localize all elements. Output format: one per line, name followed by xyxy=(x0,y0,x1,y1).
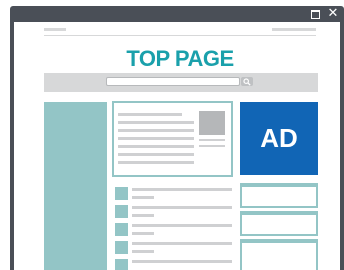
card-text-line xyxy=(118,113,182,116)
title-bar: ✕ xyxy=(10,6,344,22)
list-item-line xyxy=(132,214,154,217)
page-title: TOP PAGE xyxy=(126,46,234,71)
header-right-placeholder xyxy=(272,28,316,31)
card-text-line xyxy=(118,161,194,164)
card-text-line xyxy=(118,121,194,124)
list-item-line xyxy=(132,250,154,253)
search-input[interactable] xyxy=(106,77,240,86)
featured-article-card[interactable] xyxy=(112,101,233,177)
maximize-button[interactable] xyxy=(308,7,322,21)
page-viewport: TOP PAGE AD xyxy=(14,22,340,270)
list-item-icon xyxy=(115,187,128,200)
list-item-line xyxy=(132,188,232,191)
card-text-line xyxy=(118,145,194,148)
side-widget[interactable] xyxy=(240,183,318,208)
browser-window: ✕ TOP PAGE AD xyxy=(10,6,344,270)
card-text-line xyxy=(118,153,194,156)
card-thumbnail xyxy=(199,111,225,135)
list-item-line xyxy=(132,260,232,263)
list-item-icon xyxy=(115,241,128,254)
close-icon: ✕ xyxy=(327,6,339,21)
close-button[interactable]: ✕ xyxy=(326,7,340,21)
list-item-icon xyxy=(115,259,128,270)
search-icon xyxy=(243,77,251,86)
card-text-line xyxy=(118,137,194,140)
card-caption-line xyxy=(199,139,225,141)
header-divider xyxy=(44,35,316,36)
maximize-icon xyxy=(310,9,320,19)
search-button[interactable] xyxy=(241,77,253,86)
side-widget[interactable] xyxy=(240,239,318,270)
card-text-line xyxy=(118,129,194,132)
card-caption-line xyxy=(199,145,225,147)
list-item-line xyxy=(132,224,232,227)
list-item-line xyxy=(132,242,232,245)
left-sidebar xyxy=(44,102,107,270)
list-item-icon xyxy=(115,205,128,218)
list-item-line xyxy=(132,196,154,199)
list-item-line xyxy=(132,232,154,235)
ad-banner[interactable]: AD xyxy=(240,102,318,175)
side-widget[interactable] xyxy=(240,211,318,236)
list-item-line xyxy=(132,206,232,209)
header-left-placeholder xyxy=(44,28,66,31)
list-item-icon xyxy=(115,223,128,236)
